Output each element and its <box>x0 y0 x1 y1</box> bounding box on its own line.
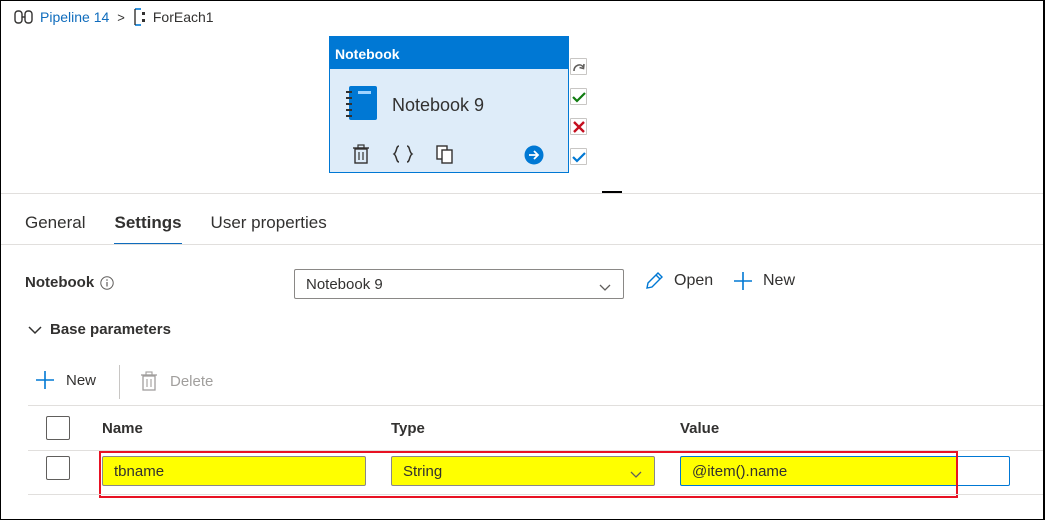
go-arrow-icon[interactable] <box>524 145 544 165</box>
notebook-field-label: Notebook <box>25 274 114 291</box>
failure-x-icon[interactable] <box>570 118 587 135</box>
select-all-checkbox[interactable] <box>46 416 70 440</box>
notebook-select-value: Notebook 9 <box>306 276 383 293</box>
open-button-label: Open <box>674 272 714 289</box>
plus-icon <box>734 272 752 290</box>
skip-port-icon[interactable] <box>570 58 587 75</box>
plus-icon <box>36 371 54 389</box>
canvas-divider <box>1 193 1043 194</box>
foreach-icon <box>133 8 147 26</box>
activity-header: Notebook <box>330 37 568 69</box>
grid-bottom-border <box>28 494 1043 495</box>
activity-body: Notebook 9 <box>346 85 484 126</box>
breadcrumb-pipeline-link[interactable]: Pipeline 14 <box>40 9 109 25</box>
annotation-highlight-box <box>99 451 958 498</box>
tab-user-properties[interactable]: User properties <box>211 205 327 245</box>
info-icon[interactable] <box>100 275 114 290</box>
breadcrumb-separator: > <box>117 9 125 25</box>
toolbar-separator <box>119 365 120 399</box>
chevron-down-icon <box>599 279 611 296</box>
activity-output-ports <box>570 58 588 178</box>
base-parameters-toggle[interactable]: Base parameters <box>28 321 171 338</box>
grid-top-border <box>28 405 1043 406</box>
notebook-label-text: Notebook <box>25 274 95 291</box>
properties-tabs: General Settings User properties <box>25 205 356 245</box>
tab-general[interactable]: General <box>25 205 85 245</box>
new-notebook-label: New <box>763 272 796 289</box>
column-header-name: Name <box>102 420 143 437</box>
add-parameter-button[interactable]: New <box>36 371 96 389</box>
row-checkbox[interactable] <box>46 456 70 480</box>
activity-name: Notebook 9 <box>392 95 485 115</box>
delete-icon <box>141 371 157 391</box>
notebook-activity-card[interactable]: Notebook Notebook 9 <box>329 36 569 173</box>
breadcrumb-current: ForEach1 <box>152 9 214 25</box>
pipeline-canvas[interactable]: Notebook Notebook 9 <box>1 30 1043 193</box>
activity-actions <box>350 143 476 165</box>
code-braces-icon[interactable] <box>392 143 414 165</box>
new-notebook-button[interactable]: New <box>733 271 795 291</box>
copy-icon[interactable] <box>434 143 456 165</box>
chevron-down-icon <box>28 325 42 334</box>
edit-pencil-icon <box>646 272 663 289</box>
success-check-icon[interactable] <box>570 88 587 105</box>
column-header-type: Type <box>391 420 425 437</box>
open-notebook-button[interactable]: Open <box>644 271 713 291</box>
base-parameters-label: Base parameters <box>50 321 171 338</box>
completion-check-icon[interactable] <box>570 148 587 165</box>
notebook-select[interactable]: Notebook 9 <box>294 269 624 299</box>
column-header-value: Value <box>680 420 720 437</box>
delete-parameter-label: Delete <box>170 372 214 390</box>
delete-parameter-button[interactable]: Delete <box>140 371 213 391</box>
add-parameter-label: New <box>66 371 97 389</box>
tabs-underline <box>1 244 1043 245</box>
pipeline-icon <box>14 10 34 24</box>
breadcrumb: Pipeline 14 > ForEach1 <box>14 6 214 28</box>
tab-settings[interactable]: Settings <box>114 205 182 245</box>
parameter-value-input-tail[interactable] <box>958 456 1010 486</box>
notebook-icon <box>346 85 378 126</box>
delete-icon[interactable] <box>350 143 372 165</box>
